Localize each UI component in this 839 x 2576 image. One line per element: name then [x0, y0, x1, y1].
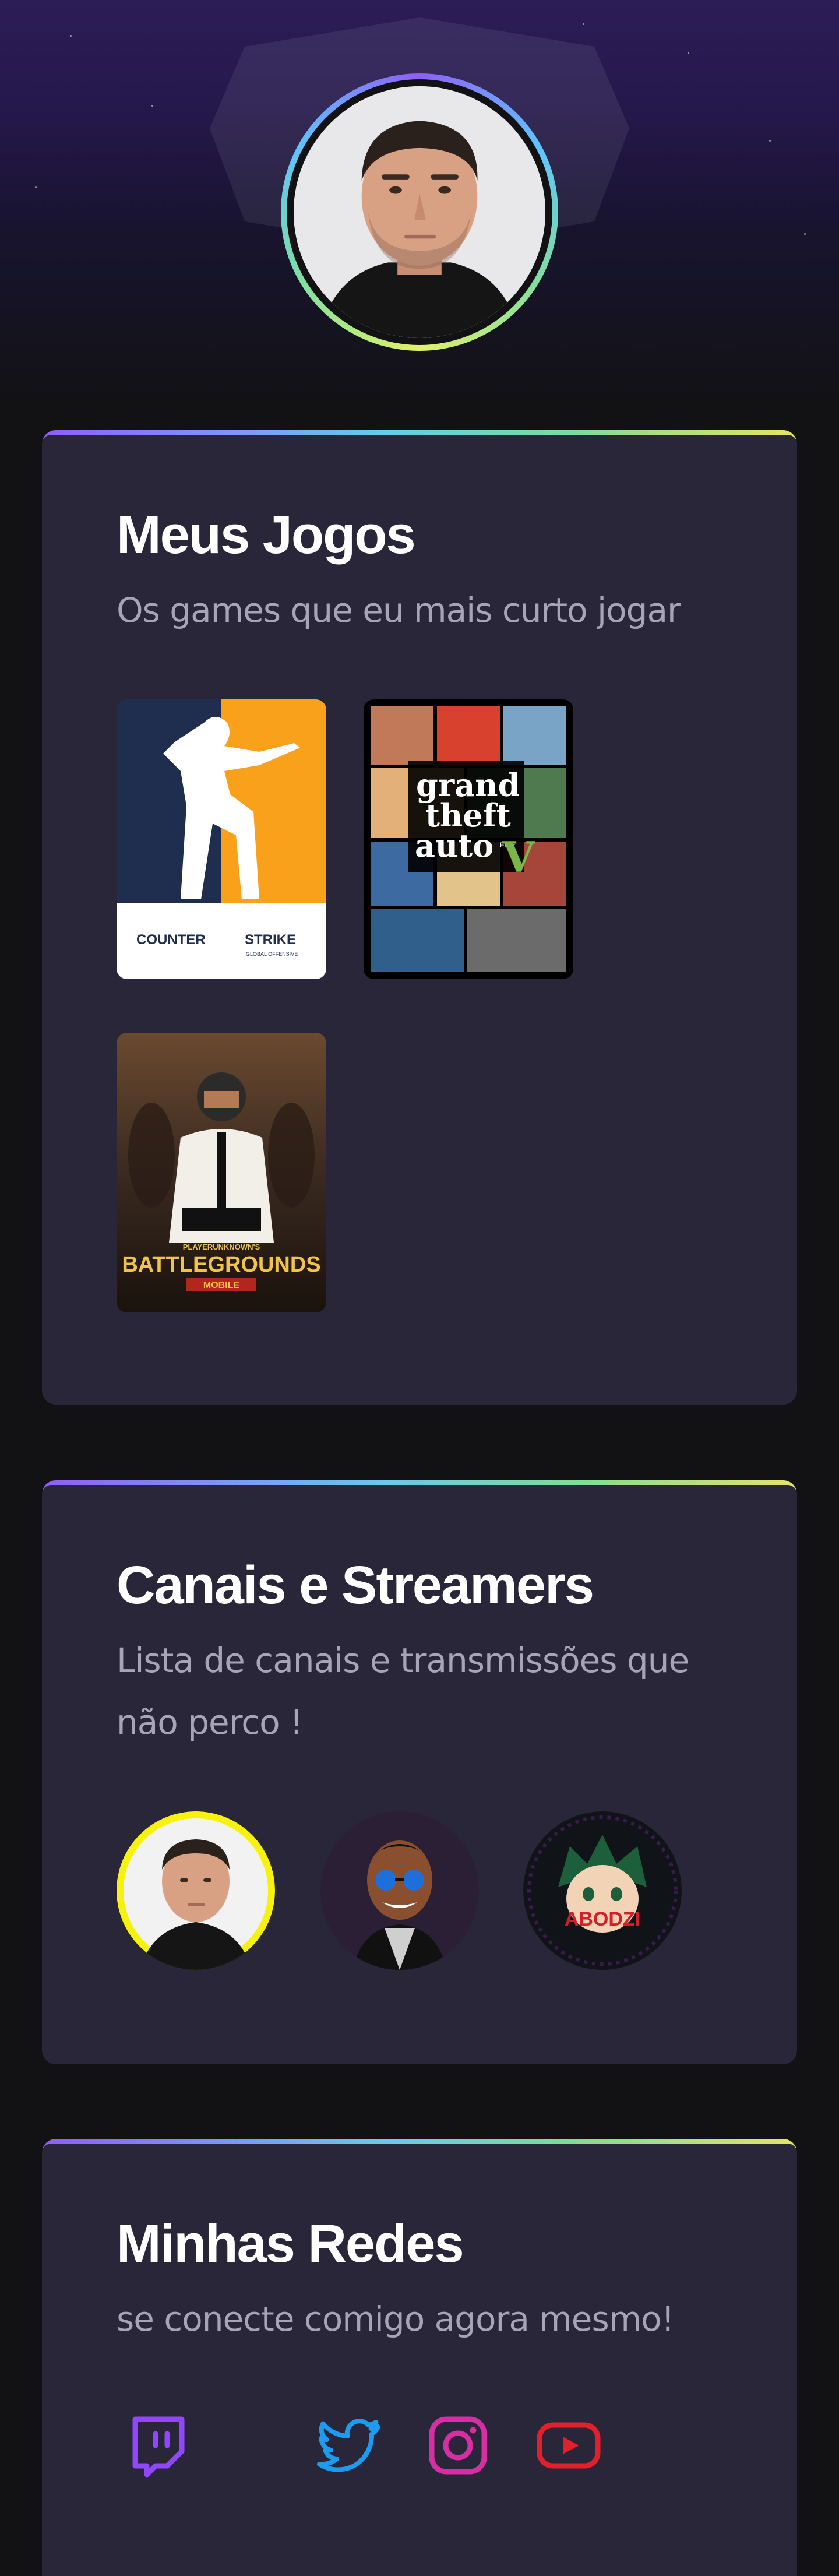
youtube-link[interactable]: YouTube	[534, 2410, 604, 2480]
star-decoration	[151, 105, 153, 107]
profile-avatar	[294, 86, 545, 338]
games-card: Meus Jogos Os games que eu mais curto jo…	[42, 430, 797, 1405]
streamer-3-badge-text: ABODZI	[565, 1908, 640, 1930]
pubg-cover-word-3: MOBILE	[203, 1280, 240, 1290]
game-card-pubg-mobile[interactable]: PLAYERUNKNOWN'S BATTLEGROUNDS MOBILE	[117, 1033, 326, 1312]
instagram-link[interactable]: Instagram	[423, 2410, 493, 2480]
twitch-icon	[132, 2416, 185, 2478]
streamers-title: Canais e Streamers	[117, 1556, 594, 1615]
star-decoration	[769, 140, 771, 142]
twitter-icon	[317, 2419, 380, 2472]
instagram-icon	[429, 2416, 487, 2475]
streamer-avatar-3[interactable]: ABODZI	[523, 1811, 682, 1970]
games-subtitle: Os games que eu mais curto jogar	[117, 590, 681, 630]
game-card-gta-v[interactable]: grand theft auto FIVE V	[364, 699, 573, 979]
profile-avatar-ring	[281, 73, 558, 351]
twitter-link[interactable]: Twitter	[313, 2410, 383, 2480]
csgo-cover-word-2: STRIKE	[245, 932, 296, 948]
profile-header	[0, 0, 839, 408]
social-subtitle: se conecte comigo agora mesmo!	[117, 2299, 675, 2339]
csgo-cover-subtext: GLOBAL OFFENSIVE	[246, 951, 298, 957]
streamer-avatar-2[interactable]	[320, 1811, 479, 1970]
gta-v-numeral: V	[502, 832, 535, 882]
games-title: Meus Jogos	[117, 505, 416, 565]
star-decoration	[688, 52, 689, 54]
gta-cover-word-3: auto	[415, 827, 493, 864]
star-decoration	[70, 35, 72, 37]
social-title: Minhas Redes	[117, 2214, 464, 2274]
pubg-cover-word-1: PLAYERUNKNOWN'S	[183, 1243, 260, 1251]
game-card-csgo[interactable]: COUNTER STRIKE GLOBAL OFFENSIVE	[117, 699, 326, 979]
streamers-card: Canais e Streamers Lista de canais e tra…	[42, 1480, 797, 2064]
streamers-subtitle: Lista de canais e transmissões que não p…	[117, 1641, 689, 1742]
star-decoration	[804, 233, 806, 235]
csgo-cover-word-1: COUNTER	[136, 932, 206, 948]
social-card: Minhas Redes se conecte comigo agora mes…	[42, 2139, 797, 2576]
star-decoration	[35, 186, 37, 188]
streamer-avatar-1[interactable]	[117, 1811, 275, 1970]
twitch-link[interactable]: Twitch	[124, 2410, 193, 2480]
pubg-cover-word-2: BATTLEGROUNDS	[122, 1252, 320, 1277]
youtube-icon	[537, 2422, 601, 2469]
